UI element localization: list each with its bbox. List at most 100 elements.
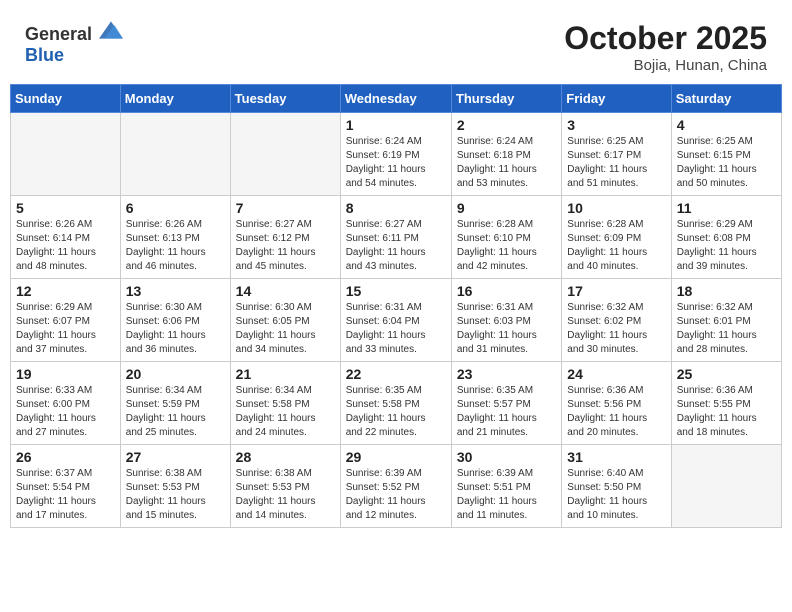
day-number: 3 xyxy=(567,117,665,133)
day-number: 12 xyxy=(16,283,115,299)
title-block: October 2025 Bojia, Hunan, China xyxy=(564,20,767,74)
day-info: Sunrise: 6:24 AMSunset: 6:19 PMDaylight:… xyxy=(346,135,446,191)
calendar-cell: 9Sunrise: 6:28 AMSunset: 6:10 PMDaylight… xyxy=(451,196,561,279)
day-info: Sunrise: 6:39 AMSunset: 5:51 PMDaylight:… xyxy=(457,467,556,523)
day-number: 29 xyxy=(346,449,446,465)
day-number: 24 xyxy=(567,366,665,382)
calendar-week-row: 5 Sunrise: 6:26 AMSunset: 6:14 PMDaylight… xyxy=(11,196,782,279)
calendar-cell: 1 Sunrise: 6:24 AMSunset: 6:19 PMDaylight… xyxy=(340,113,451,196)
day-info: Sunrise: 6:27 AMSunset: 6:11 PMDaylight:… xyxy=(346,218,446,274)
day-info: Sunrise: 6:25 AMSunset: 6:15 PMDaylight:… xyxy=(677,135,776,191)
weekday-header: Monday xyxy=(120,85,230,113)
day-number: 19 xyxy=(16,366,115,382)
day-number: 11 xyxy=(677,200,776,216)
day-number: 1 xyxy=(346,117,446,133)
day-number: 22 xyxy=(346,366,446,382)
calendar-cell: 4 Sunrise: 6:25 AMSunset: 6:15 PMDaylight… xyxy=(671,113,781,196)
calendar: SundayMondayTuesdayWednesdayThursdayFrid… xyxy=(10,84,782,528)
day-info: Sunrise: 6:31 AMSunset: 6:03 PMDaylight:… xyxy=(457,301,556,357)
day-number: 7 xyxy=(236,200,335,216)
day-number: 5 xyxy=(16,200,115,216)
day-info: Sunrise: 6:38 AMSunset: 5:53 PMDaylight:… xyxy=(126,467,225,523)
day-number: 25 xyxy=(677,366,776,382)
calendar-cell: 7 Sunrise: 6:27 AMSunset: 6:12 PMDaylight… xyxy=(230,196,340,279)
calendar-week-row: 1 Sunrise: 6:24 AMSunset: 6:19 PMDaylight… xyxy=(11,113,782,196)
calendar-cell xyxy=(230,113,340,196)
day-info: Sunrise: 6:39 AMSunset: 5:52 PMDaylight:… xyxy=(346,467,446,523)
month-title: October 2025 xyxy=(564,20,767,57)
calendar-cell: 12 Sunrise: 6:29 AMSunset: 6:07 PMDayligh… xyxy=(11,279,121,362)
calendar-cell: 28 Sunrise: 6:38 AMSunset: 5:53 PMDayligh… xyxy=(230,445,340,528)
calendar-cell: 18 Sunrise: 6:32 AMSunset: 6:01 PMDayligh… xyxy=(671,279,781,362)
day-number: 17 xyxy=(567,283,665,299)
day-info: Sunrise: 6:26 AMSunset: 6:14 PMDaylight:… xyxy=(16,218,115,274)
day-number: 26 xyxy=(16,449,115,465)
day-number: 27 xyxy=(126,449,225,465)
calendar-cell: 31Sunrise: 6:40 AMSunset: 5:50 PMDayligh… xyxy=(562,445,671,528)
day-number: 8 xyxy=(346,200,446,216)
calendar-week-row: 19 Sunrise: 6:33 AMSunset: 6:00 PMDayligh… xyxy=(11,362,782,445)
weekday-header: Friday xyxy=(562,85,671,113)
calendar-cell: 20Sunrise: 6:34 AMSunset: 5:59 PMDayligh… xyxy=(120,362,230,445)
calendar-cell: 6Sunrise: 6:26 AMSunset: 6:13 PMDaylight… xyxy=(120,196,230,279)
calendar-cell: 29 Sunrise: 6:39 AMSunset: 5:52 PMDayligh… xyxy=(340,445,451,528)
day-info: Sunrise: 6:38 AMSunset: 5:53 PMDaylight:… xyxy=(236,467,335,523)
day-info: Sunrise: 6:28 AMSunset: 6:09 PMDaylight:… xyxy=(567,218,665,274)
calendar-cell: 23Sunrise: 6:35 AMSunset: 5:57 PMDayligh… xyxy=(451,362,561,445)
calendar-cell: 8 Sunrise: 6:27 AMSunset: 6:11 PMDaylight… xyxy=(340,196,451,279)
day-number: 15 xyxy=(346,283,446,299)
calendar-cell: 21Sunrise: 6:34 AMSunset: 5:58 PMDayligh… xyxy=(230,362,340,445)
day-number: 13 xyxy=(126,283,225,299)
day-info: Sunrise: 6:37 AMSunset: 5:54 PMDaylight:… xyxy=(16,467,115,523)
day-number: 10 xyxy=(567,200,665,216)
day-info: Sunrise: 6:29 AMSunset: 6:07 PMDaylight:… xyxy=(16,301,115,357)
day-number: 31 xyxy=(567,449,665,465)
calendar-cell: 2Sunrise: 6:24 AMSunset: 6:18 PMDaylight… xyxy=(451,113,561,196)
calendar-cell: 10 Sunrise: 6:28 AMSunset: 6:09 PMDayligh… xyxy=(562,196,671,279)
day-info: Sunrise: 6:31 AMSunset: 6:04 PMDaylight:… xyxy=(346,301,446,357)
weekday-header: Wednesday xyxy=(340,85,451,113)
calendar-cell: 16 Sunrise: 6:31 AMSunset: 6:03 PMDayligh… xyxy=(451,279,561,362)
day-number: 16 xyxy=(457,283,556,299)
weekday-header-row: SundayMondayTuesdayWednesdayThursdayFrid… xyxy=(11,85,782,113)
calendar-cell: 19 Sunrise: 6:33 AMSunset: 6:00 PMDayligh… xyxy=(11,362,121,445)
day-number: 4 xyxy=(677,117,776,133)
day-number: 20 xyxy=(126,366,225,382)
day-info: Sunrise: 6:32 AMSunset: 6:01 PMDaylight:… xyxy=(677,301,776,357)
calendar-cell: 22Sunrise: 6:35 AMSunset: 5:58 PMDayligh… xyxy=(340,362,451,445)
day-info: Sunrise: 6:33 AMSunset: 6:00 PMDaylight:… xyxy=(16,384,115,440)
day-info: Sunrise: 6:32 AMSunset: 6:02 PMDaylight:… xyxy=(567,301,665,357)
logo: General Blue xyxy=(25,20,123,66)
calendar-cell: 27 Sunrise: 6:38 AMSunset: 5:53 PMDayligh… xyxy=(120,445,230,528)
calendar-cell: 30Sunrise: 6:39 AMSunset: 5:51 PMDayligh… xyxy=(451,445,561,528)
logo-general: General xyxy=(25,24,92,44)
calendar-cell: 25Sunrise: 6:36 AMSunset: 5:55 PMDayligh… xyxy=(671,362,781,445)
day-number: 6 xyxy=(126,200,225,216)
calendar-week-row: 12 Sunrise: 6:29 AMSunset: 6:07 PMDayligh… xyxy=(11,279,782,362)
weekday-header: Thursday xyxy=(451,85,561,113)
day-info: Sunrise: 6:36 AMSunset: 5:56 PMDaylight:… xyxy=(567,384,665,440)
calendar-cell xyxy=(11,113,121,196)
calendar-cell: 5 Sunrise: 6:26 AMSunset: 6:14 PMDaylight… xyxy=(11,196,121,279)
weekday-header: Sunday xyxy=(11,85,121,113)
weekday-header: Tuesday xyxy=(230,85,340,113)
calendar-cell: 17 Sunrise: 6:32 AMSunset: 6:02 PMDayligh… xyxy=(562,279,671,362)
day-info: Sunrise: 6:35 AMSunset: 5:57 PMDaylight:… xyxy=(457,384,556,440)
calendar-cell: 3 Sunrise: 6:25 AMSunset: 6:17 PMDaylight… xyxy=(562,113,671,196)
calendar-cell: 13 Sunrise: 6:30 AMSunset: 6:06 PMDayligh… xyxy=(120,279,230,362)
day-info: Sunrise: 6:25 AMSunset: 6:17 PMDaylight:… xyxy=(567,135,665,191)
day-info: Sunrise: 6:30 AMSunset: 6:06 PMDaylight:… xyxy=(126,301,225,357)
calendar-cell xyxy=(671,445,781,528)
page-header: General Blue October 2025 Bojia, Hunan, … xyxy=(10,10,782,79)
calendar-cell: 26 Sunrise: 6:37 AMSunset: 5:54 PMDayligh… xyxy=(11,445,121,528)
calendar-cell: 24 Sunrise: 6:36 AMSunset: 5:56 PMDayligh… xyxy=(562,362,671,445)
calendar-cell: 11Sunrise: 6:29 AMSunset: 6:08 PMDayligh… xyxy=(671,196,781,279)
day-number: 18 xyxy=(677,283,776,299)
day-info: Sunrise: 6:24 AMSunset: 6:18 PMDaylight:… xyxy=(457,135,556,191)
day-info: Sunrise: 6:28 AMSunset: 6:10 PMDaylight:… xyxy=(457,218,556,274)
day-number: 28 xyxy=(236,449,335,465)
day-info: Sunrise: 6:30 AMSunset: 6:05 PMDaylight:… xyxy=(236,301,335,357)
day-number: 21 xyxy=(236,366,335,382)
day-info: Sunrise: 6:27 AMSunset: 6:12 PMDaylight:… xyxy=(236,218,335,274)
calendar-cell xyxy=(120,113,230,196)
